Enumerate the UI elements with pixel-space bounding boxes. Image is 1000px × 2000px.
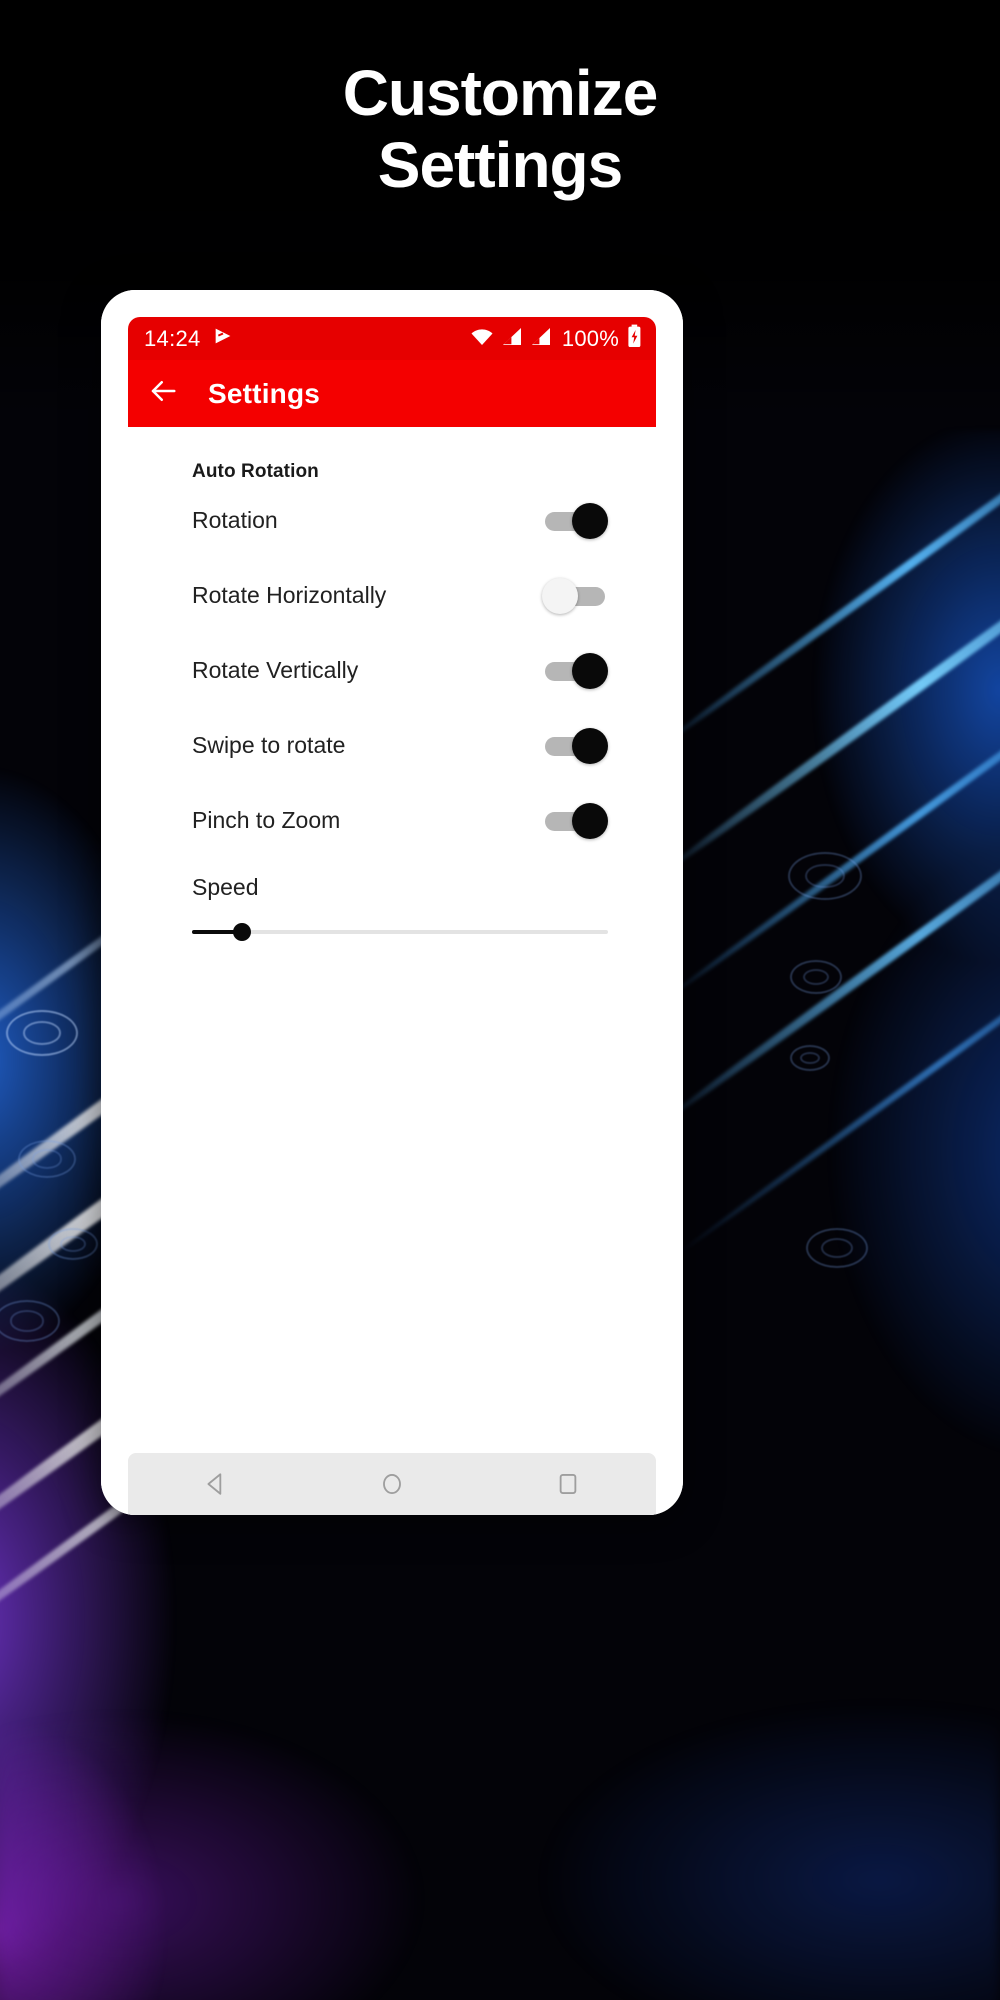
signal-bars-icon [502,327,523,351]
settings-row-label: Rotate Horizontally [192,582,387,608]
status-bar-clock: 14:24 [144,325,201,351]
slider-knob[interactable] [232,923,251,941]
settings-row-label: Rotation [192,507,278,533]
signal-bars-roaming-icon: R [531,327,554,351]
android-nav-bar [128,1453,656,1515]
toggle-thumb [572,502,608,539]
settings-row-rotate-vertically[interactable]: Rotate Vertically [129,633,655,708]
toggle-rotate-vertically[interactable] [542,652,608,689]
ring-motif [790,1045,830,1071]
speed-slider[interactable] [192,923,608,941]
wifi-icon [470,327,494,351]
toggle-rotation[interactable] [542,502,608,539]
app-bar: Settings [128,360,656,427]
phone-mockup: 14:24 R 100% Settings Auto Rotation Rota… [101,290,683,1515]
toggle-rotate-horizontally[interactable] [542,577,608,614]
ring-motif [790,960,842,994]
status-bar: 14:24 R 100% [128,317,656,360]
settings-row-label: Rotate Vertically [192,657,359,683]
battery-percent-label: 100% [561,325,619,351]
back-arrow-icon[interactable] [148,376,178,411]
toggle-swipe-to-rotate[interactable] [542,727,608,764]
nav-recents-square-icon[interactable] [551,1467,585,1501]
status-bar-right: R 100% [470,324,642,353]
section-header-auto-rotation: Auto Rotation [192,461,319,482]
slider-rail [192,930,608,934]
ring-motif [6,1010,78,1056]
background-glow-right [670,430,1000,1580]
toggle-thumb [542,577,578,614]
settings-row-label: Swipe to rotate [192,732,346,758]
battery-charging-icon [627,324,642,353]
toggle-pinch-to-zoom[interactable] [542,802,608,839]
slider-label-speed: Speed [192,874,259,900]
speed-slider-wrap [129,901,655,941]
page-title: Customize Settings [0,57,1000,201]
nav-back-triangle-icon[interactable] [199,1467,233,1501]
settings-row-label: Pinch to Zoom [192,807,341,833]
settings-row-pinch-to-zoom[interactable]: Pinch to Zoom [129,783,655,858]
page-title-line-2: Settings [377,128,623,201]
ring-motif [48,1228,98,1260]
settings-row-rotation[interactable]: Rotation [129,483,655,558]
ring-motif [18,1140,76,1178]
settings-row-rotate-horizontally[interactable]: Rotate Horizontally [129,558,655,633]
settings-content: Auto Rotation Rotation Rotate Horizontal… [128,427,656,1417]
ring-motif [806,1228,868,1268]
background-glow-bottom [0,1580,1000,2000]
app-bar-title: Settings [208,377,321,409]
svg-text:R: R [544,338,550,346]
settings-row-swipe-to-rotate[interactable]: Swipe to rotate [129,708,655,783]
play-triangle-icon [212,325,234,352]
toggle-thumb [572,727,608,764]
nav-home-circle-icon[interactable] [375,1467,409,1501]
page-title-line-1: Customize [342,57,659,129]
ring-motif [788,852,862,900]
nav-bar-spacer [128,1417,656,1453]
toggle-thumb [572,652,608,689]
phone-screen: 14:24 R 100% Settings Auto Rotation Rota… [101,290,683,1515]
toggle-thumb [572,802,608,839]
status-bar-left: 14:24 [144,325,234,352]
